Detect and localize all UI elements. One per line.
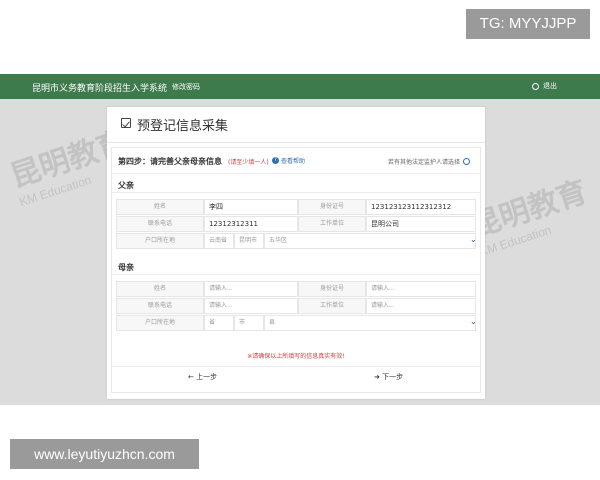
step-header: 第四步：请完善父亲母亲信息 (请至少填一人) ? 查看帮助 若有其他法定监护人请… — [112, 148, 480, 174]
father-name-input[interactable]: 李四 — [204, 199, 298, 215]
mother-district-select[interactable]: 县 — [264, 315, 476, 331]
divider — [112, 274, 480, 275]
mother-phone-label: 联系电话 — [116, 298, 204, 314]
arrow-left-icon: ← — [188, 373, 194, 381]
screenshot-area: 昆明市义务教育阶段招生入学系统 修改密码 退出 昆明教育 KM Education… — [0, 74, 600, 405]
father-name-label: 姓名 — [116, 199, 204, 215]
panel-header: 预登记信息采集 — [107, 107, 485, 143]
father-phone-label: 联系电话 — [116, 216, 204, 232]
form-panel: 预登记信息采集 第四步：请完善父亲母亲信息 (请至少填一人) ? 查看帮助 若有… — [107, 107, 485, 399]
prev-step-button[interactable]: ← 上一步 — [188, 372, 217, 382]
mother-name-label: 姓名 — [116, 281, 204, 297]
mother-work-label: 工作单位 — [298, 298, 366, 314]
exit-button[interactable]: 退出 — [532, 81, 557, 91]
father-district-select[interactable]: 五华区 — [264, 233, 476, 249]
radio-icon[interactable] — [463, 158, 471, 165]
mother-hukou-label: 户口所在地 — [116, 315, 204, 331]
mother-section-title: 母亲 — [118, 263, 134, 272]
arrow-right-icon: ➜ — [374, 373, 380, 381]
edit-checkbox-icon — [121, 118, 131, 128]
mother-id-input[interactable]: 请输入... — [366, 281, 476, 297]
father-hukou-label: 户口所在地 — [116, 233, 204, 249]
step-label: 第四步：请完善父亲母亲信息 — [118, 157, 222, 166]
other-guardian-option[interactable]: 若有其他法定监护人请选择 — [388, 157, 471, 166]
question-icon: ? — [272, 157, 279, 164]
step-navigation: ← 上一步 ➜ 下一步 — [112, 366, 480, 384]
chevron-down-icon[interactable]: ⌄ — [470, 235, 477, 244]
next-step-button[interactable]: ➜ 下一步 — [374, 372, 403, 382]
exit-label: 退出 — [543, 82, 557, 90]
mother-province-select[interactable]: 省 — [204, 315, 234, 331]
divider — [112, 192, 480, 193]
system-name: 昆明市义务教育阶段招生入学系统 — [32, 84, 168, 94]
mother-city-select[interactable]: 市 — [234, 315, 264, 331]
father-city-select[interactable]: 昆明市 — [234, 233, 264, 249]
tg-tag-overlay: TG: MYYJJPP — [466, 9, 590, 39]
validity-warning: ※请确保以上所填写的信息真实有效! — [247, 353, 345, 360]
father-id-input[interactable]: 123123123112312312 — [366, 199, 476, 215]
mother-id-label: 身份证号 — [298, 281, 366, 297]
chevron-down-icon[interactable]: ⌄ — [470, 317, 477, 326]
form-content: 第四步：请完善父亲母亲信息 (请至少填一人) ? 查看帮助 若有其他法定监护人请… — [111, 147, 481, 393]
father-id-label: 身份证号 — [298, 199, 366, 215]
top-navbar: 昆明市义务教育阶段招生入学系统 修改密码 退出 — [0, 74, 600, 99]
father-work-input[interactable]: 昆明公司 — [366, 216, 476, 232]
father-work-label: 工作单位 — [298, 216, 366, 232]
father-province-select[interactable]: 云南省 — [204, 233, 234, 249]
father-phone-input[interactable]: 12312312311 — [204, 216, 298, 232]
power-icon — [532, 82, 539, 90]
page-title: 预登记信息采集 — [137, 119, 229, 134]
change-password-link[interactable]: 修改密码 — [172, 82, 200, 92]
mother-work-input[interactable]: 请输入... — [366, 298, 476, 314]
url-tag-overlay: www.leyutiyuzhcn.com — [10, 439, 199, 469]
father-section-title: 父亲 — [118, 181, 134, 190]
help-link[interactable]: ? 查看帮助 — [272, 156, 305, 165]
mother-name-input[interactable]: 请输入... — [204, 281, 298, 297]
step-required-note: (请至少填一人) — [228, 159, 269, 166]
mother-phone-input[interactable]: 请输入... — [204, 298, 298, 314]
